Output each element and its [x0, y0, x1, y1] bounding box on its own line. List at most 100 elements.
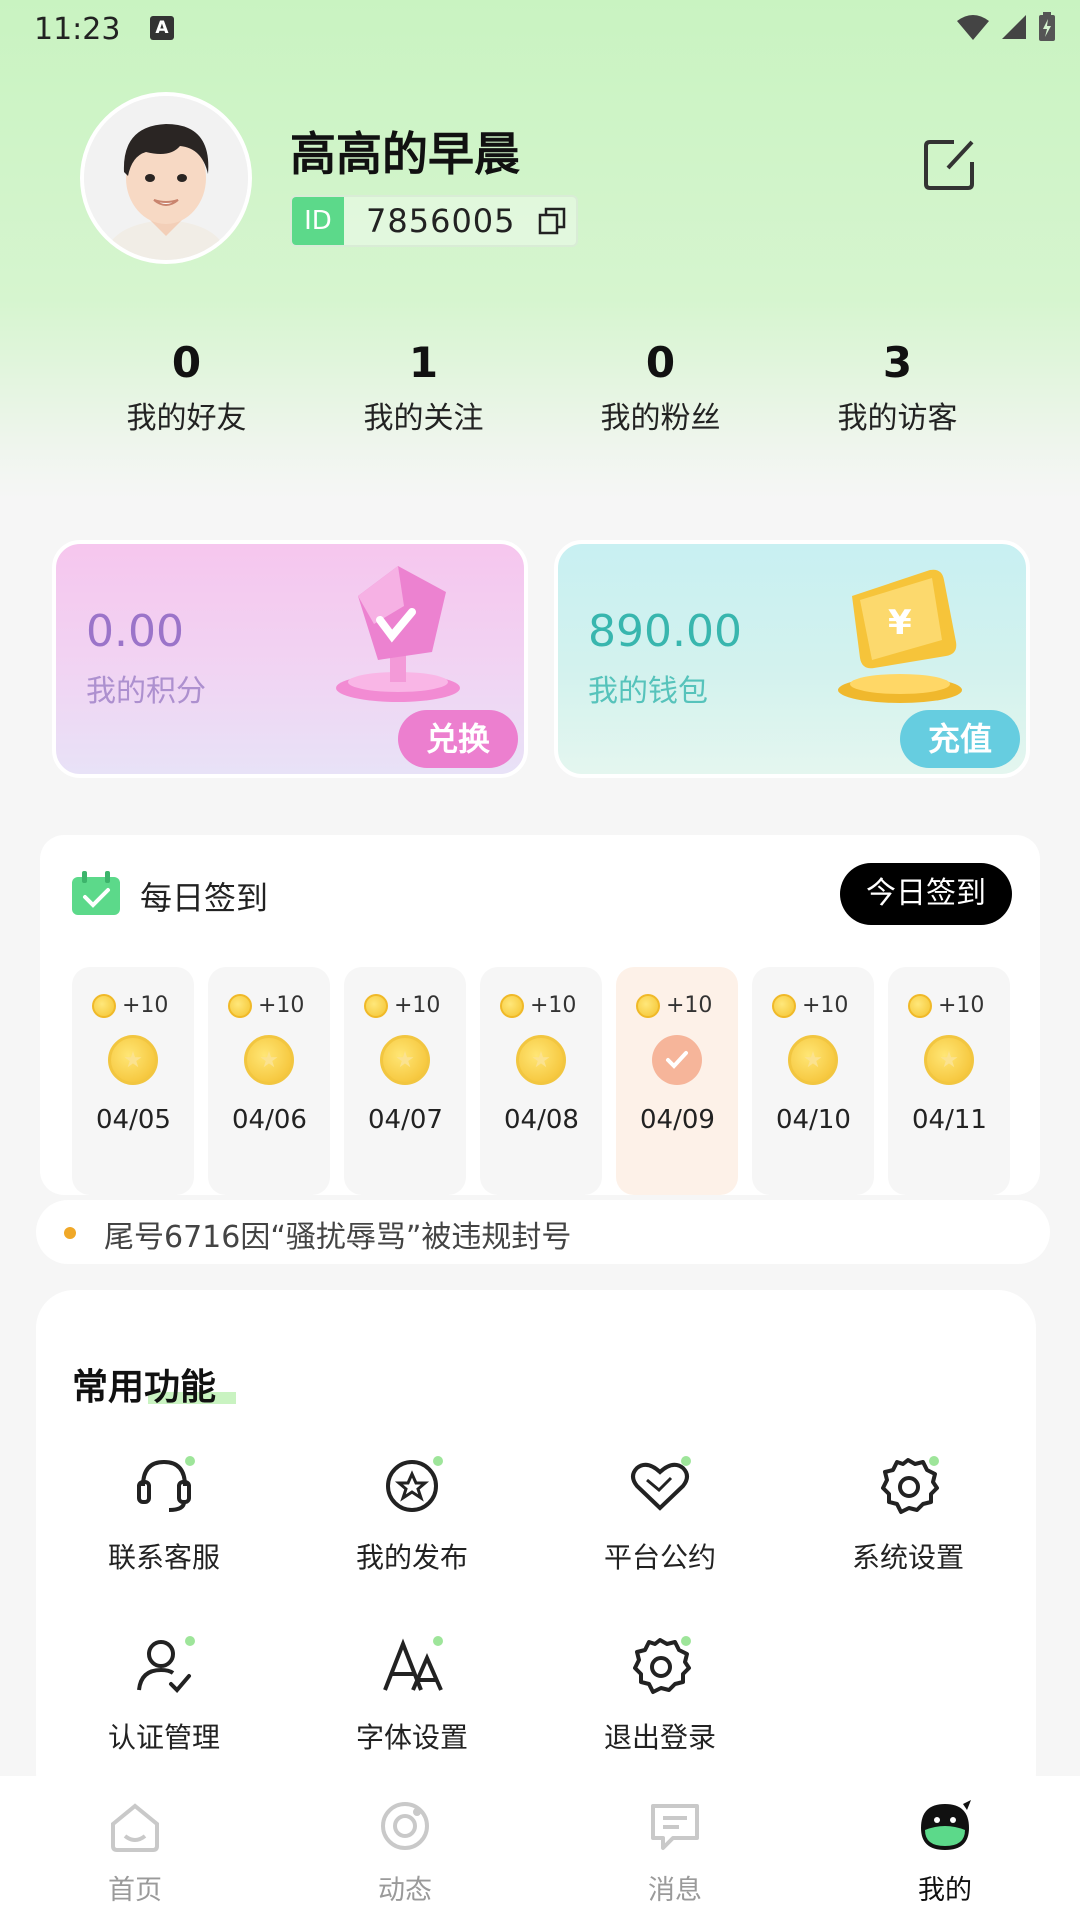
handshake-heart-icon — [625, 1450, 695, 1520]
profile-stats: 0 我的好友 1 我的关注 0 我的粉丝 3 我的访客 — [0, 335, 1080, 437]
daily-signin-panel: 每日签到 今日签到 +10 ★ 04/05 +10 ★ 04/06 +10 ★ … — [40, 835, 1040, 1195]
highlight-dot — [681, 1636, 691, 1646]
nav-label: 消息 — [648, 1875, 702, 1906]
my-posts-button[interactable]: 我的发布 — [302, 1450, 522, 1576]
coin-icon — [636, 993, 660, 1018]
user-id-box: ID 7856005 — [290, 195, 578, 247]
day-reward: +10 — [228, 993, 304, 1018]
stat-fans[interactable]: 0 我的粉丝 — [542, 335, 779, 437]
profile-mascot-icon — [921, 1800, 971, 1850]
checked-icon — [652, 1035, 702, 1085]
stat-label: 我的关注 — [363, 401, 484, 436]
svg-text:¥: ¥ — [888, 603, 912, 643]
reward-text: +10 — [666, 993, 713, 1018]
day-date: 04/08 — [504, 1105, 579, 1135]
nav-label: 动态 — [378, 1875, 432, 1906]
star-coin-icon: ★ — [380, 1035, 430, 1085]
nav-messages[interactable]: 消息 — [540, 1776, 810, 1920]
notification-icon: A — [150, 16, 174, 40]
day-reward: +10 — [500, 993, 576, 1018]
edit-profile-icon[interactable] — [920, 134, 980, 194]
coin-icon — [908, 993, 932, 1018]
recharge-button[interactable]: 充值 — [900, 710, 1020, 768]
user-check-icon — [129, 1630, 199, 1700]
username: 高高的早晨 — [290, 127, 520, 181]
logout-button[interactable]: 退出登录 — [550, 1630, 770, 1756]
platform-convention-button[interactable]: 平台公约 — [550, 1450, 770, 1576]
coin-icon — [228, 993, 252, 1018]
signin-day-today[interactable]: +10 04/09 — [616, 967, 738, 1195]
notice-bar[interactable]: 尾号6716因“骚扰辱骂”被违规封号 — [36, 1200, 1050, 1264]
functions-title: 常用功能 — [72, 1367, 217, 1408]
nav-moments[interactable]: 动态 — [270, 1776, 540, 1920]
avatar[interactable] — [80, 92, 252, 264]
font-icon — [377, 1630, 447, 1700]
signal-icon — [1002, 15, 1026, 39]
signin-day[interactable]: +10 ★ 04/08 — [480, 967, 602, 1195]
reward-text: +10 — [530, 993, 577, 1018]
signin-day[interactable]: +10 ★ 04/07 — [344, 967, 466, 1195]
fn-label: 字体设置 — [355, 1721, 468, 1754]
id-tag: ID — [292, 197, 344, 245]
day-date: 04/05 — [96, 1105, 171, 1135]
day-date: 04/11 — [912, 1105, 987, 1135]
nav-mine[interactable]: 我的 — [810, 1776, 1080, 1920]
contact-service-button[interactable]: 联系客服 — [54, 1450, 274, 1576]
exchange-button[interactable]: 兑换 — [398, 710, 518, 768]
status-bar: 11:23 A — [0, 0, 1080, 60]
signin-day[interactable]: +10 ★ 04/11 — [888, 967, 1010, 1195]
star-coin-icon: ★ — [516, 1035, 566, 1085]
stat-following[interactable]: 1 我的关注 — [305, 335, 542, 437]
reward-text: +10 — [394, 993, 441, 1018]
wifi-icon — [957, 15, 989, 40]
star-coin-icon: ★ — [108, 1035, 158, 1085]
wallet-label: 我的钱包 — [588, 674, 708, 709]
user-id-value: 7856005 — [366, 202, 516, 240]
stat-visitors[interactable]: 3 我的访客 — [779, 335, 1016, 437]
fn-label: 认证管理 — [107, 1721, 220, 1754]
nav-home[interactable]: 首页 — [0, 1776, 270, 1920]
star-coin-icon: ★ — [788, 1035, 838, 1085]
star-coin-icon: ★ — [244, 1035, 294, 1085]
signin-day[interactable]: +10 ★ 04/10 — [752, 967, 874, 1195]
points-card[interactable]: 0.00 我的积分 兑换 — [52, 540, 528, 778]
signin-day[interactable]: +10 ★ 04/06 — [208, 967, 330, 1195]
day-reward: +10 — [364, 993, 440, 1018]
signin-days: +10 ★ 04/05 +10 ★ 04/06 +10 ★ 04/07 +10 … — [72, 967, 1010, 1195]
home-icon — [111, 1803, 159, 1852]
day-date: 04/09 — [640, 1105, 715, 1135]
bottom-navigation: 首页 动态 消息 我的 — [0, 1776, 1080, 1920]
gear-logout-icon — [625, 1630, 695, 1700]
stat-label: 我的访客 — [837, 401, 958, 436]
day-reward: +10 — [636, 993, 712, 1018]
points-value: 0.00 — [86, 606, 184, 657]
font-settings-button[interactable]: 字体设置 — [302, 1630, 522, 1756]
reward-text: +10 — [802, 993, 849, 1018]
stat-value: 0 — [645, 338, 676, 387]
day-reward: +10 — [92, 993, 168, 1018]
highlight-dot — [681, 1456, 691, 1466]
nav-label: 首页 — [108, 1875, 162, 1906]
nav-label: 我的 — [918, 1875, 972, 1906]
wallet-card[interactable]: 890.00 我的钱包 ¥ 充值 — [554, 540, 1030, 778]
coin-icon — [772, 993, 796, 1018]
gold-wallet-icon: ¥ — [838, 569, 962, 703]
fn-label: 系统设置 — [851, 1541, 964, 1574]
stat-value: 0 — [171, 338, 202, 387]
highlight-dot — [185, 1456, 195, 1466]
copy-icon[interactable] — [538, 207, 566, 235]
highlight-dot — [929, 1456, 939, 1466]
system-settings-button[interactable]: 系统设置 — [798, 1450, 1018, 1576]
fn-label: 平台公约 — [603, 1541, 716, 1574]
day-reward: +10 — [772, 993, 848, 1018]
verification-management-button[interactable]: 认证管理 — [54, 1630, 274, 1756]
fn-label: 我的发布 — [355, 1541, 468, 1574]
day-date: 04/06 — [232, 1105, 307, 1135]
stat-friends[interactable]: 0 我的好友 — [68, 335, 305, 437]
star-circle-icon — [377, 1450, 447, 1520]
day-reward: +10 — [908, 993, 984, 1018]
highlight-dot — [185, 1636, 195, 1646]
coin-icon — [500, 993, 524, 1018]
signin-day[interactable]: +10 ★ 04/05 — [72, 967, 194, 1195]
sign-in-today-button[interactable]: 今日签到 — [840, 863, 1012, 925]
